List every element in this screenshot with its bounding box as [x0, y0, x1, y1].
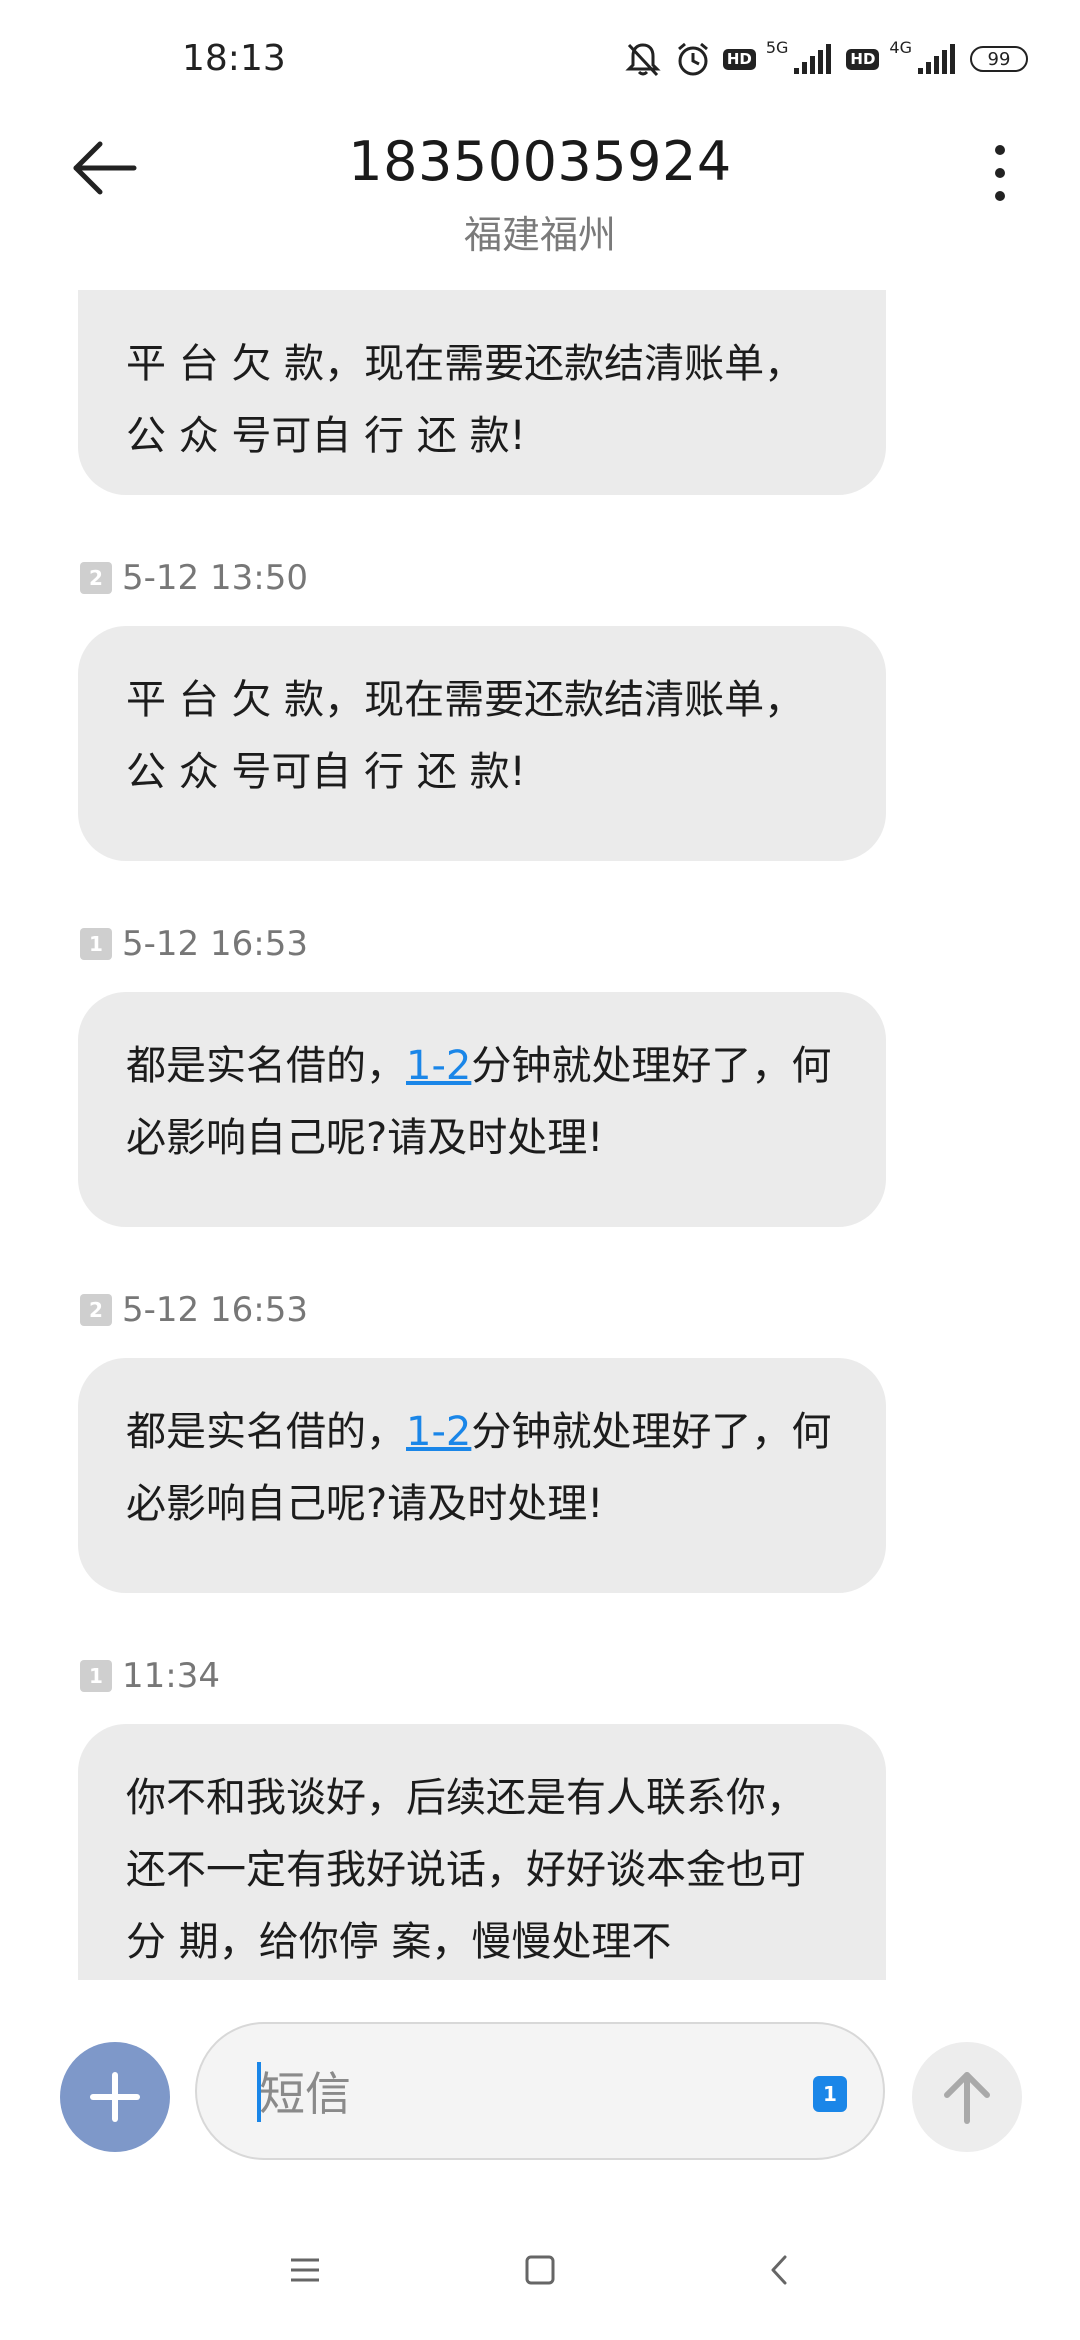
network-type-label: 4G [889, 37, 912, 57]
add-attachment-button[interactable] [60, 2042, 170, 2152]
message-text: 你不和我谈好，后续还是有人联系你，还不一定有我好说话，好好谈本金也可分 期，给你… [126, 1775, 806, 1965]
message-text: 平 台 欠 款，现在需要还款结清账单，公 众 号可自 行 还 款! [126, 341, 805, 459]
sim-icon: 2 [80, 1294, 112, 1326]
sim-select-button[interactable]: 1 [813, 2076, 847, 2112]
signal-icon [916, 42, 960, 76]
message-input[interactable]: 短信 1 [195, 2022, 885, 2160]
more-vertical-icon [995, 145, 1005, 201]
home-square-icon [525, 2255, 555, 2285]
send-button[interactable] [912, 2042, 1022, 2152]
status-time: 18:13 [182, 38, 286, 79]
message-link[interactable]: 1-2 [406, 1043, 471, 1089]
plus-icon [90, 2072, 140, 2122]
chevron-left-icon [771, 2255, 787, 2285]
contact-location: 福建福州 [463, 213, 616, 257]
message-bubble[interactable]: 平 台 欠 款，现在需要还款结清账单，公 众 号可自 行 还 款! [78, 290, 886, 495]
message-bubble[interactable]: 平 台 欠 款，现在需要还款结清账单，公 众 号可自 行 还 款! [78, 626, 886, 861]
home-button[interactable] [510, 2240, 570, 2300]
message-text: 都是实名借的， [126, 1409, 406, 1455]
send-arrow-icon [944, 2072, 990, 2124]
contact-number: 18350035924 [348, 130, 732, 193]
alarm-icon [673, 39, 713, 79]
system-nav-bar [0, 2220, 1080, 2340]
network-type-label: 5G [765, 37, 789, 57]
recent-apps-button[interactable] [275, 2240, 335, 2300]
menu-icon [291, 2258, 319, 2282]
message-list[interactable]: 平 台 欠 款，现在需要还款结清账单，公 众 号可自 行 还 款! 2 5-12… [0, 290, 1080, 1980]
message-meta: 1 11:34 [80, 1656, 220, 1696]
message-link[interactable]: 1-2 [406, 1409, 471, 1455]
message-text: 都是实名借的， [126, 1043, 406, 1089]
message-input-placeholder: 短信 [259, 2067, 351, 2121]
battery-icon: 99 [970, 46, 1028, 72]
message-meta: 2 5-12 16:53 [80, 1290, 308, 1330]
message-bubble[interactable]: 都是实名借的，1-2分钟就处理好了，何必影响自己呢?请及时处理! [78, 992, 886, 1227]
conversation-header: 18350035924 福建福州 [0, 120, 1080, 290]
bell-muted-icon [623, 39, 663, 79]
message-meta: 1 5-12 16:53 [80, 924, 308, 964]
message-time: 5-12 16:53 [122, 924, 308, 964]
message-meta: 2 5-12 13:50 [80, 558, 308, 598]
sim-icon: 1 [80, 928, 112, 960]
more-options-button[interactable] [980, 138, 1020, 208]
status-bar: 18:13 HD 5G HD 4G 99 [0, 0, 1080, 120]
message-time: 5-12 13:50 [122, 558, 308, 598]
message-bubble[interactable]: 都是实名借的，1-2分钟就处理好了，何必影响自己呢?请及时处理! [78, 1358, 886, 1593]
message-text: 平 台 欠 款，现在需要还款结清账单，公 众 号可自 行 还 款! [126, 677, 805, 795]
battery-level: 99 [987, 48, 1011, 70]
sim-icon: 1 [80, 1660, 112, 1692]
status-icons: HD 5G HD 4G 99 [623, 34, 1028, 84]
message-bubble[interactable]: 你不和我谈好，后续还是有人联系你，还不一定有我好说话，好好谈本金也可分 期，给你… [78, 1724, 886, 1980]
hd-badge: HD [722, 48, 756, 70]
composer-bar: 短信 1 [0, 1980, 1080, 2200]
message-time: 11:34 [122, 1656, 220, 1696]
signal-icon [792, 42, 836, 76]
hd-badge: HD [846, 48, 880, 70]
back-nav-button[interactable] [750, 2240, 810, 2300]
sim-icon: 2 [80, 562, 112, 594]
message-time: 5-12 16:53 [122, 1290, 308, 1330]
